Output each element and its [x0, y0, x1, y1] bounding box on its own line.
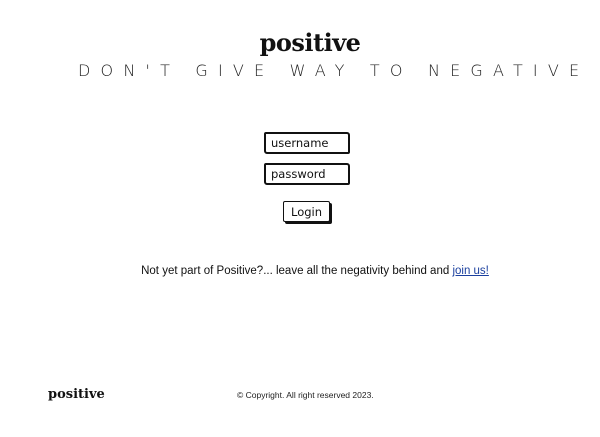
join-us-link[interactable]: join us!	[452, 265, 488, 277]
signup-prompt-text: Not yet part of Positive?... leave all t…	[141, 265, 453, 277]
username-input[interactable]	[264, 132, 350, 154]
signup-prompt: Not yet part of Positive?... leave all t…	[0, 265, 600, 277]
copyright-notice: © Copyright. All right reserved 2023.	[237, 390, 374, 400]
footer-logo[interactable]: positive	[48, 387, 105, 402]
tagline: DON'T GIVE WAY TO NEGATIVE	[78, 61, 590, 80]
login-button[interactable]: Login	[283, 201, 330, 222]
password-input[interactable]	[264, 163, 350, 185]
brand-logo: positive	[259, 28, 361, 57]
